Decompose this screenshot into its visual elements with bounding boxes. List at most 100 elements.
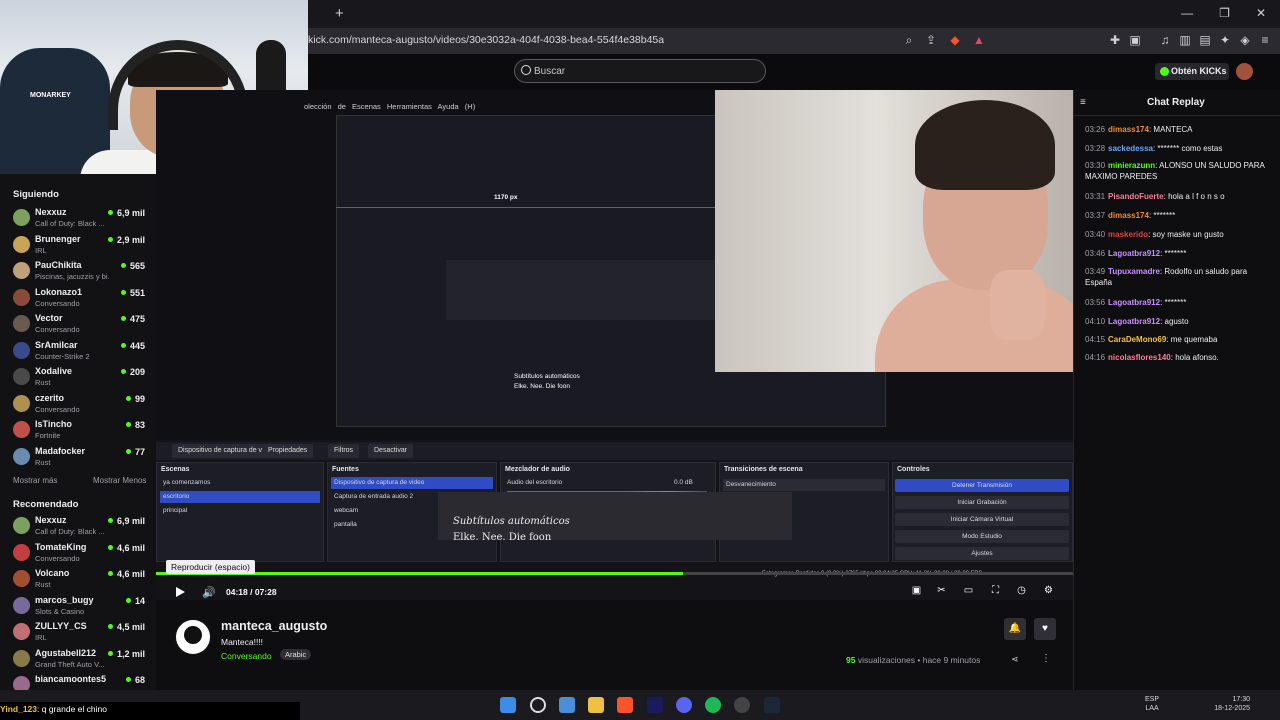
brave-rewards-icon[interactable]: ▲ (972, 33, 986, 47)
following-channel[interactable]: IsTincho Fortnite 83 (0, 417, 156, 443)
chat-username[interactable]: minierazunn (1108, 161, 1155, 170)
premiere-icon[interactable] (647, 697, 663, 713)
stream-tag[interactable]: Arabic (280, 649, 312, 660)
maximize-button[interactable]: ❐ (1219, 6, 1230, 20)
spotify-icon[interactable] (705, 697, 721, 713)
filters-button: Filtros (328, 444, 360, 458)
recommended-channel[interactable]: marcos_bugy Slots & Casino 14 (0, 593, 156, 619)
following-channel[interactable]: Xodalive Rust 209 (0, 364, 156, 390)
brave-shield-icon[interactable]: ◆ (948, 33, 962, 47)
discord-icon[interactable] (676, 697, 692, 713)
gallery-icon[interactable] (559, 697, 575, 713)
chat-time: 03:31 (1085, 192, 1106, 201)
chat-text: agusto (1164, 317, 1189, 326)
chat-time: 03:46 (1085, 249, 1106, 258)
zoom-icon[interactable]: ⌕ (902, 33, 916, 47)
fullscreen-icon[interactable]: ⛶ (989, 585, 1002, 597)
following-title: Siguiendo (13, 189, 59, 200)
channel-name: Nexxuz (35, 207, 67, 217)
following-channel[interactable]: Lokonazo1 Conversando 551 (0, 285, 156, 311)
chat-text: hola a l f o n s o (1168, 192, 1225, 201)
share-icon[interactable]: ⋖ (1011, 654, 1019, 665)
recommended-channel[interactable]: Nexxuz Call of Duty: Black ... 6,9 mil (0, 513, 156, 539)
close-button[interactable]: ✕ (1256, 6, 1266, 20)
chat-username[interactable]: Lagoatbra912 (1108, 298, 1160, 307)
following-channel[interactable]: czerito Conversando 99 (0, 391, 156, 417)
video-player[interactable]: olección de Escenas Herramientas Ayuda (… (156, 90, 1073, 600)
user-avatar[interactable] (1236, 63, 1253, 80)
chat-username[interactable]: CaraDeMono69 (1108, 335, 1166, 344)
chat-username[interactable]: PisandoFuerte (1108, 192, 1164, 201)
overlay-chat-user: Yind_123 (0, 704, 38, 714)
sidebar-icon[interactable]: ▥ (1178, 33, 1192, 47)
channel-avatar (13, 623, 30, 640)
chat-username[interactable]: dimass174 (1108, 125, 1149, 134)
new-tab-button[interactable]: + (335, 5, 344, 22)
stream-category[interactable]: Conversando (221, 651, 272, 661)
minimize-button[interactable]: — (1181, 6, 1193, 20)
settings-gear-icon[interactable]: ⚙ (1042, 585, 1055, 597)
chat-message: 03:28 sackedessa: ******* como estas (1085, 143, 1270, 154)
volume-icon[interactable]: 🔊 (202, 586, 216, 599)
channel-name: Brunenger (35, 233, 81, 244)
chat-username[interactable]: Lagoatbra912 (1108, 317, 1160, 326)
extensions-icon[interactable]: ✚ (1108, 33, 1122, 47)
views-label: visualizaciones (857, 655, 916, 665)
following-channel[interactable]: SrAmilcar Counter-Strike 2 445 (0, 338, 156, 364)
show-more-button[interactable]: Mostrar más (13, 476, 57, 485)
clip-icon[interactable]: ✂ (935, 585, 948, 597)
search-taskbar-icon[interactable] (530, 697, 546, 713)
channel-avatar (13, 543, 30, 561)
play-icon[interactable] (176, 587, 185, 597)
vpn-icon[interactable]: ◈ (1238, 33, 1252, 47)
follow-button[interactable]: ♥ (1034, 618, 1056, 640)
time-ago: hace 9 minutos (922, 655, 981, 665)
brave-browser-icon[interactable] (617, 697, 633, 713)
notification-button[interactable]: 🔔 (1004, 618, 1026, 640)
theater-icon[interactable]: ▭ (962, 585, 975, 597)
recommended-channel[interactable]: TomateKing Conversando 4,6 mil (0, 540, 156, 566)
following-channel[interactable]: PauChikita Piscinas, jacuzzis y bi... 565 (0, 258, 156, 284)
chat-time: 04:15 (1085, 335, 1106, 344)
channel-viewers: 4,6 mil (108, 569, 145, 579)
steam-icon[interactable] (764, 697, 780, 713)
media-icon[interactable]: ♫ (1158, 33, 1172, 47)
chat-collapse-icon[interactable]: ≡ (1080, 97, 1086, 108)
channel-name: Madafocker (35, 445, 86, 456)
chat-username[interactable]: Tupuxamadre (1108, 267, 1160, 276)
views-info: 95 visualizaciones • hace 9 minutos (846, 655, 981, 665)
lang-region: LAA (1145, 705, 1159, 712)
show-less-button[interactable]: Mostrar Menos (93, 476, 146, 485)
url-text[interactable]: kick.com/manteca-augusto/videos/30e3032a… (308, 34, 664, 46)
site-header (308, 54, 1280, 90)
speed-icon[interactable]: ◷ (1015, 585, 1028, 597)
windows-start-icon[interactable] (500, 697, 516, 713)
chat-username[interactable]: dimass174 (1108, 211, 1149, 220)
following-channel[interactable]: Nexxuz Call of Duty: Black ... 6,9 mil (0, 205, 156, 231)
recommended-channel[interactable]: Agustabell212 Grand Theft Auto V... 1,2 mi… (0, 646, 156, 672)
following-channel[interactable]: Vector Conversando 475 (0, 311, 156, 337)
recommended-channel[interactable]: Volcano Rust 4,6 mil (0, 566, 156, 592)
screenshot-icon[interactable]: ▣ (1128, 33, 1142, 47)
clock[interactable]: 17:30 18-12-2025 (1210, 695, 1250, 713)
chat-username[interactable]: sackedessa (1108, 144, 1153, 153)
chat-username[interactable]: maskerido (1108, 230, 1148, 239)
wallet-icon[interactable]: ▤ (1198, 33, 1212, 47)
streamer-avatar-inner (184, 626, 202, 644)
chat-time: 04:16 (1085, 353, 1106, 362)
chat-username[interactable]: nicolasflores140 (1108, 353, 1171, 362)
following-channel[interactable]: Brunenger IRL 2,9 mil (0, 232, 156, 258)
streamer-name[interactable]: manteca_augusto (221, 619, 327, 633)
more-options-icon[interactable]: ⋮ (1041, 653, 1051, 664)
share-page-icon[interactable]: ⇪ (924, 33, 938, 47)
chat-username[interactable]: Lagoatbra912 (1108, 249, 1160, 258)
menu-icon[interactable]: ≡ (1258, 33, 1272, 47)
file-explorer-icon[interactable] (588, 697, 604, 713)
recommended-channel[interactable]: ZULLYY_CS IRL 4,5 mil (0, 619, 156, 645)
leo-icon[interactable]: ✦ (1218, 33, 1232, 47)
language-indicator[interactable]: ESP LAA (1145, 695, 1159, 713)
channel-viewers: 475 (121, 314, 145, 324)
pip-icon[interactable]: ▣ (910, 585, 923, 597)
following-channel[interactable]: Madafocker Rust 77 (0, 444, 156, 470)
obs-icon[interactable] (734, 697, 750, 713)
